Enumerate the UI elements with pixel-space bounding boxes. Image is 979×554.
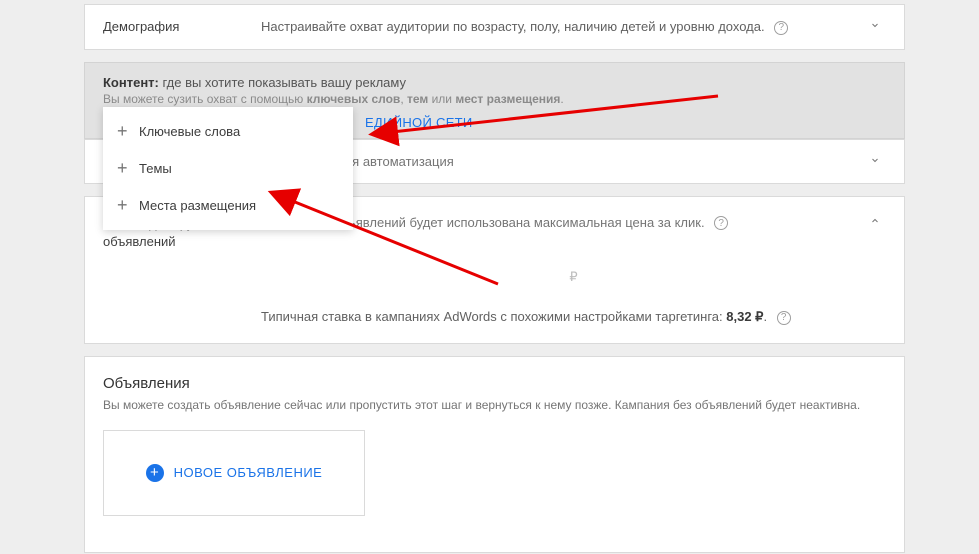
popover-item-label: Места размещения — [139, 198, 256, 213]
plus-icon: + — [117, 121, 139, 142]
ads-section: Объявления Вы можете создать объявление … — [84, 356, 905, 553]
demography-desc: Настраивайте охват аудитории по возрасту… — [261, 19, 864, 35]
new-ad-label: НОВОЕ ОБЪЯВЛЕНИЕ — [174, 465, 323, 480]
chevron-down-icon[interactable] — [864, 19, 886, 34]
content-title: Контент: где вы хотите показывать вашу р… — [103, 75, 886, 90]
plus-circle-icon: + — [146, 464, 164, 482]
chevron-down-icon[interactable] — [864, 154, 886, 169]
chevron-up-icon[interactable] — [864, 215, 886, 230]
help-icon[interactable]: ? — [714, 216, 728, 230]
content-add-popover: + Ключевые слова + Темы + Места размещен… — [103, 107, 353, 230]
ads-desc: Вы можете создать объявление сейчас или … — [103, 398, 886, 412]
bid-typical-text: Типичная ставка в кампаниях AdWords с по… — [261, 309, 886, 325]
demography-section[interactable]: Демография Настраивайте охват аудитории … — [84, 4, 905, 50]
bid-currency: ₽ — [261, 269, 886, 285]
new-ad-box: + НОВОЕ ОБЪЯВЛЕНИЕ — [103, 430, 365, 516]
popover-item-placements[interactable]: + Места размещения — [103, 187, 353, 224]
ads-title: Объявления — [103, 375, 886, 392]
popover-item-label: Темы — [139, 161, 172, 176]
display-network-link[interactable]: ЕДИЙНОЙ СЕТИ — [365, 115, 473, 130]
popover-item-keywords[interactable]: + Ключевые слова — [103, 113, 353, 150]
content-section: Контент: где вы хотите показывать вашу р… — [84, 62, 905, 139]
plus-icon: + — [117, 195, 139, 216]
popover-item-themes[interactable]: + Темы — [103, 150, 353, 187]
popover-item-label: Ключевые слова — [139, 124, 240, 139]
plus-icon: + — [117, 158, 139, 179]
new-ad-button[interactable]: + НОВОЕ ОБЪЯВЛЕНИЕ — [146, 464, 323, 482]
help-icon[interactable]: ? — [774, 21, 788, 35]
content-subtitle: Вы можете сузить охват с помощью ключевы… — [103, 92, 886, 106]
help-icon[interactable]: ? — [777, 311, 791, 325]
demography-label: Демография — [103, 19, 261, 34]
